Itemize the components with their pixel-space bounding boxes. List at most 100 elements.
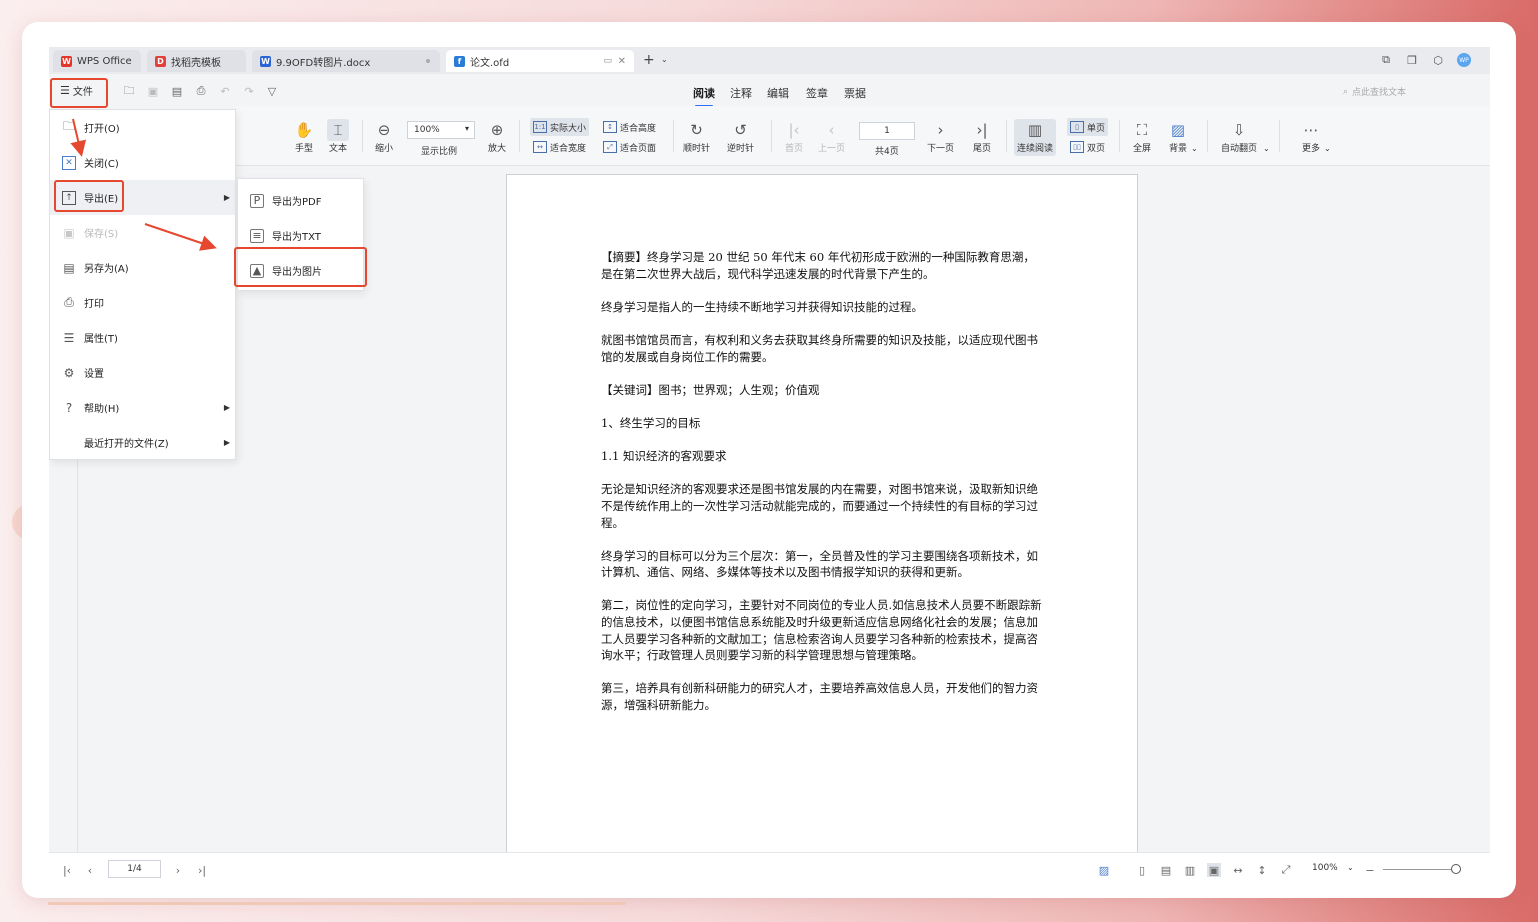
tab-ofd[interactable]: f 论文.ofd ▭ ✕ [446, 50, 634, 72]
screenshot-icon[interactable]: ⧉ [1379, 53, 1393, 67]
tab-invoice[interactable]: 票据 [844, 85, 866, 101]
fit-height-icon: ↕ [603, 121, 617, 133]
ofd-logo-icon: f [454, 55, 465, 67]
next-page-label: 下一页 [927, 144, 955, 154]
paragraph: 1.1 知识经济的客观要求 [601, 449, 727, 464]
fit-width-icon[interactable]: ↔ [1231, 863, 1245, 877]
fullscreen-button[interactable]: ⛶ 全屏 [1131, 119, 1153, 154]
tab-annotate[interactable]: 注释 [730, 85, 752, 101]
menu-item-save[interactable]: ▣ 保存(S) [50, 215, 235, 250]
restore-icon[interactable]: ❐ [1405, 53, 1419, 67]
redo-icon[interactable]: ↷ [242, 84, 256, 98]
tab-wps-office[interactable]: W WPS Office [53, 50, 141, 72]
fit-height-button[interactable]: ↕ 适合高度 [600, 118, 659, 136]
first-page-button[interactable]: |‹ 首页 [783, 119, 805, 154]
prev-page-button[interactable]: ‹ 上一页 [818, 119, 845, 154]
open-folder-icon[interactable]: 🗀 [122, 84, 136, 98]
menu-item-help[interactable]: ? 帮助(H) ▶ [50, 390, 235, 425]
actual-size-button[interactable]: 1:1 实际大小 [530, 118, 590, 136]
rotate-clockwise-button[interactable]: ↻ 顺时针 [683, 119, 710, 154]
page-view-icon[interactable]: ▤ [1159, 863, 1173, 877]
fit-page-icon[interactable]: ⤢ [1279, 863, 1293, 877]
fit-height-icon[interactable]: ↕ [1255, 863, 1269, 877]
close-tab-icon[interactable]: ✕ [618, 56, 626, 67]
paragraph: 终身学习的目标可以分为三个层次：第一，全员普及性的学习主要围绕各项新技术，如计算… [601, 548, 1038, 580]
menu-item-label: 最近打开的文件(Z) [84, 439, 169, 450]
text-tool-button[interactable]: ⌶ 文本 [327, 119, 349, 154]
print-icon[interactable]: ⎙ [194, 84, 208, 98]
tab-read[interactable]: 阅读 [693, 85, 715, 107]
rotate-counter-clockwise-button[interactable]: ↺ 逆时针 [727, 119, 754, 154]
fit-width-button[interactable]: ↔ 适合宽度 [530, 138, 589, 156]
page-indicator-input[interactable]: 1/4 [108, 860, 161, 878]
auto-flip-button[interactable]: ⇩ 自动翻页 [1221, 119, 1257, 154]
background-icon[interactable]: ▨ [1097, 863, 1111, 877]
tab-template[interactable]: D 找稻壳模板 [147, 50, 246, 72]
divider [771, 120, 772, 152]
zoom-in-button[interactable]: ⊕ 放大 [486, 119, 508, 154]
window-icon[interactable]: ▭ [603, 56, 612, 66]
fit-page-button[interactable]: ⤢ 适合页面 [600, 138, 659, 156]
double-page-button[interactable]: ▯▯ 双页 [1067, 138, 1108, 156]
status-bar: |‹ ‹ 1/4 › ›| ▨ ▯ ▤ ▥ ▣ ↔ ↕ ⤢ 100% ⌄ − [49, 852, 1490, 885]
more-button[interactable]: ⋯ 更多 [1300, 119, 1322, 154]
tab-list-chevron-icon[interactable]: ⌄ [661, 55, 668, 64]
menu-item-print[interactable]: ⎙ 打印 [50, 285, 235, 320]
next-page-button[interactable]: › 下一页 [927, 119, 954, 154]
last-page-button[interactable]: ›| 尾页 [971, 119, 993, 154]
save-as-icon[interactable]: ▤ [170, 84, 184, 98]
undo-icon[interactable]: ↶ [218, 84, 232, 98]
chevron-left-icon[interactable]: ‹ [83, 863, 97, 877]
menu-item-close[interactable]: ✕ 关闭(C) [50, 145, 235, 180]
zoom-out-button[interactable]: ⊖ 缩小 [373, 119, 395, 154]
chevron-right-icon[interactable]: › [171, 863, 185, 877]
hand-tool-button[interactable]: ✋ 手型 [293, 119, 315, 154]
search-box[interactable]: ⌕ 点此查找文本 [1343, 85, 1406, 99]
submenu-arrow-icon: ▶ [223, 438, 230, 447]
tab-edit[interactable]: 编辑 [767, 85, 789, 101]
unsaved-dot-icon [426, 59, 430, 63]
help-icon: ? [65, 400, 73, 415]
text-label: 文本 [328, 144, 347, 154]
actual-size-icon[interactable]: ▣ [1207, 863, 1221, 877]
menu-item-save-as[interactable]: ▤ 另存为(A) [50, 250, 235, 285]
divider [1279, 120, 1280, 152]
customize-chevron-icon[interactable]: ▽ [265, 84, 279, 98]
print-icon: ⎙ [64, 295, 74, 309]
paragraph: 就图书馆馆员而言，有权利和义务去获取其终身所需要的知识及技能，以适应现代图书馆的… [601, 332, 1038, 364]
new-tab-icon[interactable]: + [643, 52, 655, 68]
chevron-left-icon: ‹ [828, 121, 835, 139]
single-page-icon[interactable]: ▯ [1135, 863, 1149, 877]
menu-item-recent[interactable]: 最近打开的文件(Z) ▶ [50, 425, 235, 460]
highlight-box-export-image [234, 247, 367, 287]
continuous-read-button[interactable]: ▥ 连续阅读 [1014, 119, 1057, 156]
divider [673, 120, 674, 152]
zoom-slider[interactable] [1383, 864, 1461, 874]
page-number-input[interactable]: 1 [859, 122, 915, 140]
first-page-icon[interactable]: |‹ [60, 863, 74, 877]
menu-item-settings[interactable]: ⚙ 设置 [50, 355, 235, 390]
tab-docx[interactable]: W 9.9OFD转图片.docx [252, 50, 440, 72]
avatar[interactable]: WP [1457, 53, 1471, 67]
zoom-level[interactable]: 100% [1312, 863, 1338, 873]
zoom-slider-handle[interactable] [1451, 864, 1461, 874]
zoom-out-icon[interactable]: − [1363, 863, 1377, 877]
tab-sign[interactable]: 签章 [806, 85, 828, 101]
export-pdf-item[interactable]: P 导出为PDF [238, 183, 363, 218]
cube-icon[interactable]: ⬡ [1431, 53, 1445, 67]
paragraph: 第三，培养具有创新科研能力的研究人才，主要培养高效信息人员，开发他们的智力资源，… [601, 681, 1038, 713]
chevron-down-icon[interactable]: ⌄ [1347, 863, 1354, 872]
background-button[interactable]: ▨ 背景 [1167, 119, 1189, 154]
counter-clockwise-label: 逆时针 [727, 144, 755, 154]
last-page-icon[interactable]: ›| [195, 863, 209, 877]
txt-file-icon: ≡ [250, 228, 264, 243]
zoom-select[interactable]: 100% ▾ [407, 121, 475, 139]
fit-page-icon: ⤢ [603, 141, 617, 153]
save-icon[interactable]: ▣ [146, 84, 160, 98]
menu-item-open[interactable]: 🗀 打开(O) [50, 110, 235, 145]
double-page-icon[interactable]: ▥ [1183, 863, 1197, 877]
menu-item-properties[interactable]: ☰ 属性(T) [50, 320, 235, 355]
single-page-button[interactable]: ▯ 单页 [1067, 118, 1109, 136]
close-icon: ✕ [62, 155, 76, 170]
first-page-label: 首页 [784, 144, 803, 154]
